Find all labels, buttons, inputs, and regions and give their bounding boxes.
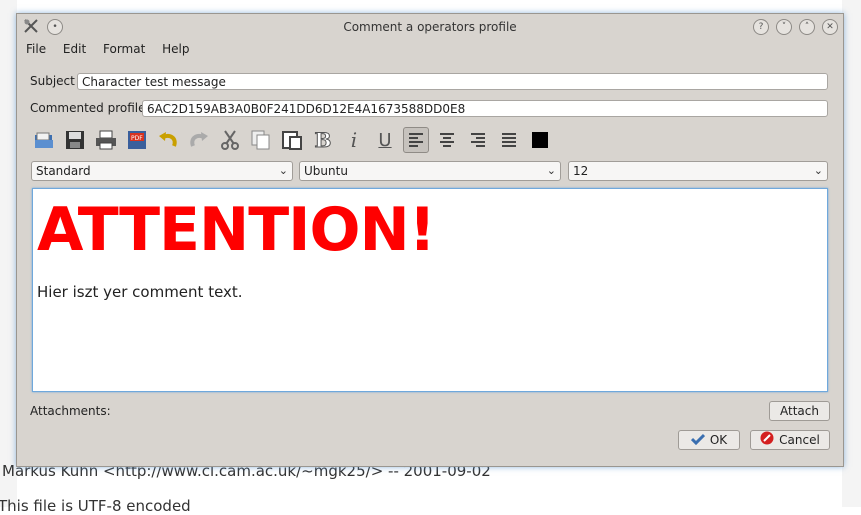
attachments-label: Attachments: <box>30 404 111 418</box>
cancel-button-label: Cancel <box>779 433 820 447</box>
menu-help[interactable]: Help <box>162 42 189 56</box>
commented-profile-label: Commented profile <box>30 101 146 115</box>
save-icon[interactable] <box>62 127 88 153</box>
menu-bar: File Edit Format Help <box>26 42 202 60</box>
svg-text:PDF: PDF <box>131 135 143 142</box>
attach-button[interactable]: Attach <box>769 401 830 421</box>
print-icon[interactable] <box>93 127 119 153</box>
italic-icon[interactable]: i <box>341 127 367 153</box>
ok-button[interactable]: OK <box>678 430 740 450</box>
text-color-icon[interactable] <box>527 127 553 153</box>
bold-icon[interactable]: B <box>310 127 336 153</box>
cut-icon[interactable] <box>217 127 243 153</box>
minimize-button[interactable]: ˅ <box>776 19 792 35</box>
window-title: Comment a operators profile <box>343 20 517 34</box>
open-icon[interactable] <box>31 127 57 153</box>
copy-icon[interactable] <box>248 127 274 153</box>
ok-button-label: OK <box>709 433 728 447</box>
menu-format[interactable]: Format <box>103 42 145 56</box>
comment-editor[interactable]: ATTENTION! Hier iszt yer comment text. <box>32 188 828 392</box>
chevron-down-icon: ⌄ <box>546 164 556 177</box>
font-size-select[interactable]: 12 ⌄ <box>568 161 828 181</box>
background-last-line: This file is UTF-8 encoded <box>0 497 191 515</box>
maximize-button[interactable]: ˄ <box>799 19 815 35</box>
editor-heading: ATTENTION! <box>37 195 436 265</box>
redo-icon[interactable] <box>186 127 212 153</box>
export-pdf-icon[interactable]: PDF <box>124 127 150 153</box>
cancel-button[interactable]: Cancel <box>750 430 830 450</box>
align-left-icon[interactable] <box>403 127 429 153</box>
chevron-down-icon: ⌄ <box>813 164 823 177</box>
menu-edit[interactable]: Edit <box>63 42 86 56</box>
comment-dialog: • Comment a operators profile ? ˅ ˄ ✕ Fi… <box>16 13 844 467</box>
underline-icon[interactable]: U <box>372 127 398 153</box>
checkmark-icon <box>690 432 705 450</box>
menu-file[interactable]: File <box>26 42 46 56</box>
cancel-icon <box>760 431 774 450</box>
justify-icon[interactable] <box>496 127 522 153</box>
editor-body-text: Hier iszt yer comment text. <box>37 283 243 301</box>
attach-button-label: Attach <box>780 404 819 418</box>
font-family-value: Ubuntu <box>304 164 348 178</box>
paragraph-style-value: Standard <box>36 164 91 178</box>
background-left-panel <box>0 0 17 507</box>
paste-icon[interactable] <box>279 127 305 153</box>
subject-label: Subject <box>30 74 75 88</box>
chevron-down-icon: ⌄ <box>278 164 288 177</box>
commented-profile-input[interactable]: 6AC2D159AB3A0B0F241DD6D12E4A1673588DD0E8 <box>142 100 828 117</box>
paragraph-style-select[interactable]: Standard ⌄ <box>31 161 293 181</box>
title-bar: • Comment a operators profile ? ˅ ˄ ✕ <box>17 14 843 40</box>
undo-icon[interactable] <box>155 127 181 153</box>
background-right-panel <box>842 0 861 507</box>
close-button[interactable]: ✕ <box>822 19 838 35</box>
subject-input[interactable]: Character test message <box>77 73 828 90</box>
align-right-icon[interactable] <box>465 127 491 153</box>
help-button[interactable]: ? <box>753 19 769 35</box>
font-size-value: 12 <box>573 164 589 178</box>
align-center-icon[interactable] <box>434 127 460 153</box>
font-family-select[interactable]: Ubuntu ⌄ <box>299 161 561 181</box>
